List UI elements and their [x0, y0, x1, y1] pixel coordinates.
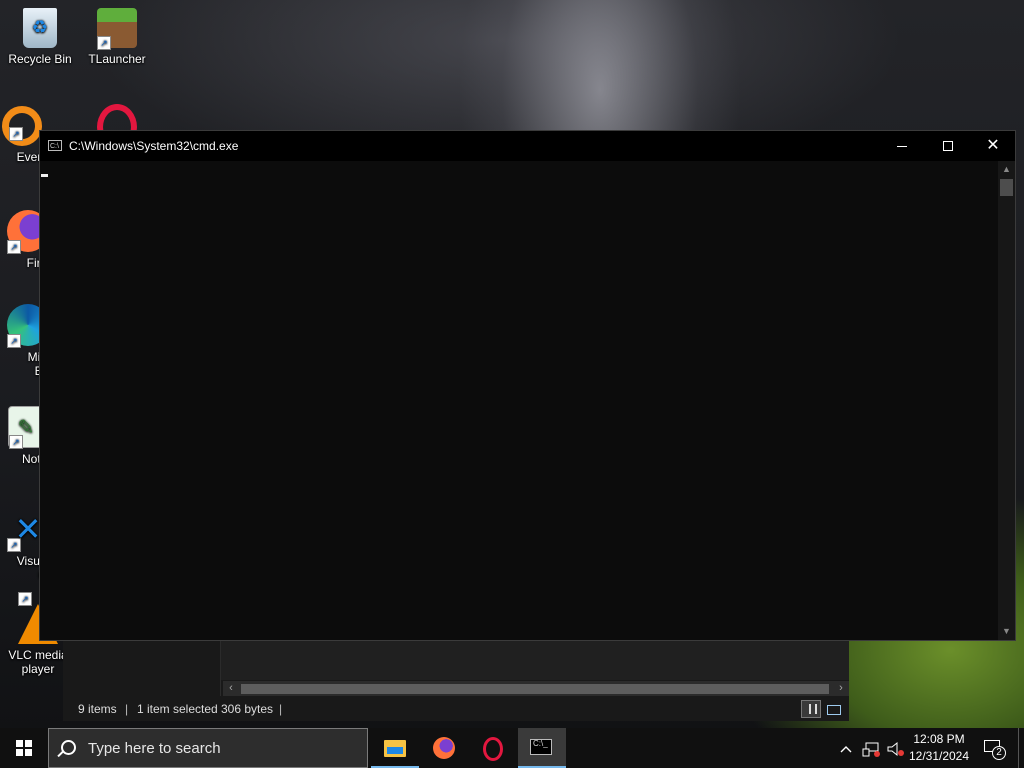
shortcut-arrow-icon: ↗	[9, 127, 23, 141]
details-view-button[interactable]	[801, 700, 821, 718]
scroll-down-icon[interactable]: ▼	[998, 623, 1015, 640]
scroll-up-icon[interactable]: ▲	[998, 161, 1015, 178]
close-button[interactable]: ✕	[970, 131, 1016, 161]
clock-date: 12/31/2024	[908, 749, 970, 763]
taskbar-file-explorer[interactable]	[371, 728, 419, 768]
console-output-area[interactable]	[40, 161, 998, 640]
search-box[interactable]: Type here to search	[48, 728, 368, 768]
network-icon-svg	[862, 742, 880, 758]
desktop-icon-recycle-bin[interactable]: Recycle Bin	[0, 8, 80, 66]
selection-count: 1 item selected	[137, 702, 218, 716]
taskbar-cmd[interactable]: C:\_	[518, 728, 566, 768]
action-center-button[interactable]: 2	[980, 728, 1014, 768]
window-title: C:\Windows\System32\cmd.exe	[69, 139, 239, 153]
shortcut-arrow-icon: ↗	[7, 334, 21, 348]
recycle-bin-icon	[23, 8, 57, 48]
shortcut-arrow-icon: ↗	[97, 36, 111, 50]
desktop-icon-label: Recycle Bin	[8, 52, 72, 66]
scrollbar-thumb[interactable]	[241, 684, 829, 694]
horizontal-scrollbar[interactable]: ‹ ›	[223, 681, 849, 696]
item-count: 9 items	[78, 702, 117, 716]
taskbar-opera[interactable]	[469, 728, 517, 768]
desktop-icon-label: TLauncher	[88, 52, 146, 66]
windows-logo-icon	[16, 740, 32, 756]
shortcut-arrow-icon: ↗	[7, 240, 21, 254]
cmd-window: C:\ C:\Windows\System32\cmd.exe ✕ ▲ ▼	[39, 130, 1016, 641]
shortcut-arrow-icon: ↗	[7, 538, 21, 552]
search-icon	[61, 740, 76, 755]
opera-icon	[483, 737, 503, 761]
status-separator: |	[279, 702, 283, 716]
chevron-up-icon-svg	[840, 746, 852, 753]
network-icon[interactable]	[859, 728, 883, 768]
title-bar[interactable]: C:\ C:\Windows\System32\cmd.exe ✕	[40, 131, 1015, 161]
minimize-button[interactable]	[879, 131, 925, 161]
text-cursor	[41, 174, 48, 177]
shortcut-arrow-icon: ↗	[9, 435, 23, 449]
large-icons-view-button[interactable]	[823, 700, 843, 718]
taskbar: Type here to search C:\_ 12:08 PM 12/31/…	[0, 728, 1024, 768]
status-separator: |	[125, 702, 129, 716]
everything-icon: ↗	[2, 106, 42, 146]
status-bar: 9 items | 1 item selected 306 bytes |	[63, 697, 849, 721]
file-list-pane[interactable]	[221, 640, 849, 680]
vertical-scrollbar[interactable]: ▲ ▼	[998, 161, 1015, 640]
firefox-icon	[433, 737, 455, 759]
selection-size: 306 bytes	[221, 702, 274, 716]
scrollbar-thumb[interactable]	[1000, 179, 1013, 196]
show-desktop-button[interactable]	[1018, 728, 1024, 768]
taskbar-firefox[interactable]	[420, 728, 468, 768]
tlauncher-icon: ↗	[97, 8, 137, 50]
chevron-up-icon[interactable]	[834, 728, 858, 768]
scroll-right-icon[interactable]: ›	[833, 681, 849, 696]
cmd-icon: C:\_	[530, 739, 552, 755]
maximize-button[interactable]	[925, 131, 971, 161]
cmd-app-icon[interactable]: C:\	[48, 140, 62, 151]
shortcut-arrow-icon: ↗	[18, 592, 32, 606]
clock-time: 12:08 PM	[913, 732, 965, 746]
search-placeholder: Type here to search	[88, 740, 221, 757]
file-explorer-window: ‹ › 9 items | 1 item selected 306 bytes …	[63, 640, 849, 721]
folder-icon	[384, 740, 406, 757]
navigation-pane[interactable]	[63, 640, 221, 696]
start-button[interactable]	[0, 728, 48, 768]
desktop-icon-tlauncher[interactable]: ↗ TLauncher	[77, 8, 157, 66]
notification-count-badge: 2	[992, 746, 1006, 760]
system-clock[interactable]: 12:08 PM 12/31/2024	[902, 728, 976, 768]
scroll-left-icon[interactable]: ‹	[223, 681, 239, 696]
